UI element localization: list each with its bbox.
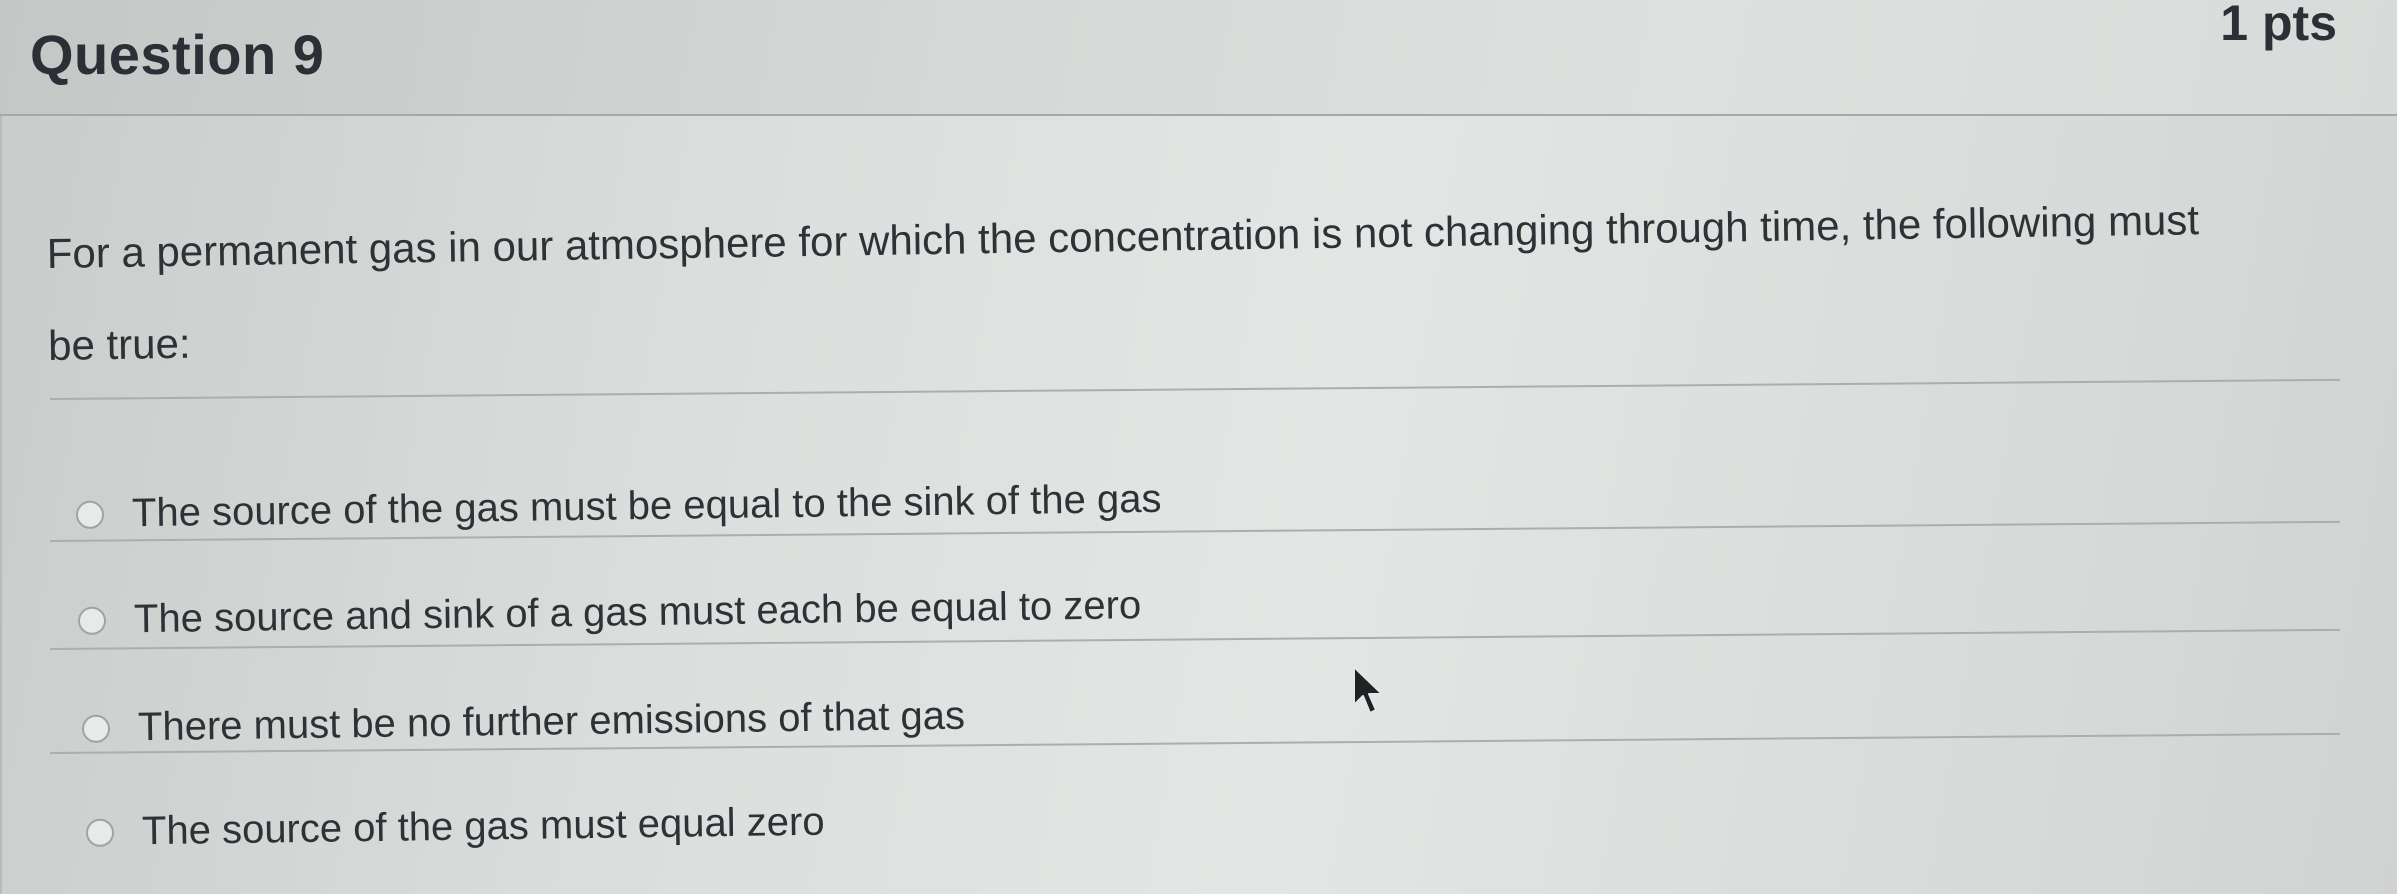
answer-label: There must be no further emissions of th…: [137, 693, 966, 750]
answer-option-3[interactable]: There must be no further emissions of th…: [81, 693, 966, 751]
question-header: Question 9 1 pts: [0, 0, 2397, 116]
answer-label: The source of the gas must be equal to t…: [131, 476, 1162, 536]
question-title: Question 9: [30, 23, 325, 86]
radio-button-icon[interactable]: [75, 500, 105, 529]
question-text: For a permanent gas in our atmosphere fo…: [46, 196, 2200, 369]
radio-button-icon[interactable]: [77, 606, 107, 635]
quiz-page: Question 9 1 pts For a permanent gas in …: [0, 0, 2397, 894]
radio-button-icon[interactable]: [85, 818, 115, 847]
answer-label: The source of the gas must equal zero: [141, 799, 825, 854]
mouse-pointer-icon: [1353, 666, 1383, 714]
answer-option-2[interactable]: The source and sink of a gas must each b…: [77, 583, 1142, 643]
answer-option-1[interactable]: The source of the gas must be equal to t…: [75, 476, 1162, 537]
radio-button-icon[interactable]: [81, 714, 111, 743]
question-points: 1 pts: [2220, 0, 2337, 51]
answer-label: The source and sink of a gas must each b…: [133, 583, 1142, 642]
question-body: For a permanent gas in our atmosphere fo…: [0, 116, 2397, 894]
answer-option-4[interactable]: The source of the gas must equal zero: [85, 799, 825, 855]
